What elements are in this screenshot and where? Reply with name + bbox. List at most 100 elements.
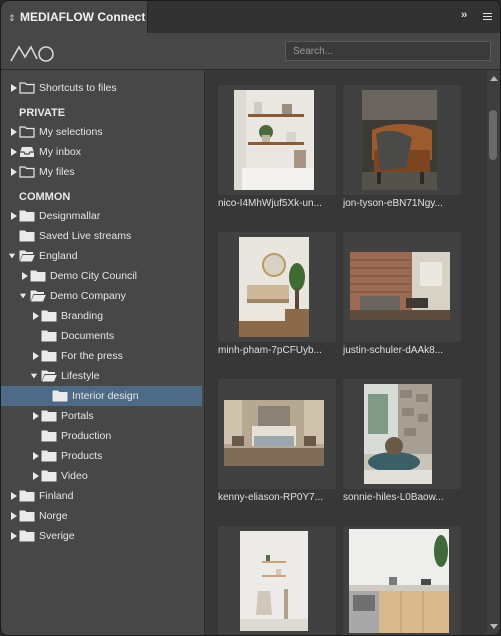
tree-item-documents[interactable]: Documents [1,326,202,346]
folder-icon [30,270,46,282]
expand-arrow-icon[interactable] [21,271,29,281]
vertical-scrollbar[interactable] [487,70,500,635]
file-name: justin-schuler-dAAk8... [343,345,444,356]
tree-item-label: Products [61,450,103,462]
tree-item-my-files[interactable]: My files [1,162,202,182]
collapse-arrow-icon[interactable] [8,251,16,261]
tree-item-label: My inbox [39,146,82,158]
expand-arrow-icon[interactable] [10,83,18,93]
file-card[interactable]: kenny-eliason-RP0Y7... [218,379,336,509]
private-header: PRIVATE [19,107,66,119]
panel-menu-icon[interactable] [480,10,494,24]
file-card[interactable]: justin-schuler-dAAk8... [343,232,461,362]
tree-item-label: Portals [61,410,94,422]
tree-item-my-inbox[interactable]: My inbox [1,142,202,162]
tree-item-label: Designmallar [39,210,101,222]
tree-item-video[interactable]: Video [1,466,202,486]
expand-arrow-icon[interactable] [32,451,40,461]
folder-icon [41,310,57,322]
interior-photo [364,384,432,484]
tree-item-designmallar[interactable]: Designmallar [1,206,202,226]
folder-outline-icon [19,166,35,178]
file-card[interactable] [343,526,461,635]
expand-arrow-icon[interactable] [32,351,40,361]
scroll-thumb[interactable] [489,110,497,160]
tree-item-label: Documents [61,330,115,342]
collapse-icon[interactable]: ⇕ [8,13,16,24]
expand-arrow-icon[interactable] [10,147,18,157]
file-thumbnail[interactable] [343,379,461,489]
folder-outline-icon [19,126,35,138]
expand-arrow-icon[interactable] [10,511,18,521]
tree-item-label: Sverige [39,530,75,542]
file-thumbnail[interactable] [343,232,461,342]
file-name: nico-I4MhWjuf5Xk-un... [218,198,322,209]
tree-item-saved-live-streams[interactable]: Saved Live streams [1,226,202,246]
tree-item-label: Interior design [72,390,139,402]
folder-icon [19,230,35,242]
tree-item-label: Finland [39,490,74,502]
file-thumbnail[interactable] [218,85,336,195]
file-card[interactable]: minh-pham-7pCFUyb... [218,232,336,362]
folder-tree: Shortcuts to files PRIVATE My selections… [1,70,205,635]
panel-tab[interactable]: ⇕ MEDIAFLOW Connect [1,1,148,33]
tree-item-finland[interactable]: Finland [1,486,202,506]
file-card[interactable]: sonnie-hiles-L0Baow... [343,379,461,509]
tree-item-demo-company[interactable]: Demo Company [1,286,202,306]
common-header: COMMON [19,191,71,203]
interior-photo [349,529,449,633]
search-input[interactable] [285,41,491,61]
scroll-up-icon[interactable] [490,76,498,81]
expand-panel-icon[interactable]: ›› [461,9,467,21]
expand-arrow-icon[interactable] [32,411,40,421]
file-thumbnail[interactable] [343,85,461,195]
toolbar [1,33,500,70]
file-card[interactable]: nico-I4MhWjuf5Xk-un... [218,85,336,215]
tree-item-shortcuts[interactable]: Shortcuts to files [1,78,202,98]
tree-item-lifestyle[interactable]: Lifestyle [1,366,202,386]
inbox-icon [20,147,34,157]
folder-open-icon [30,290,46,302]
tree-item-branding[interactable]: Branding [1,306,202,326]
scroll-down-icon[interactable] [490,624,498,629]
tree-item-norge[interactable]: Norge [1,506,202,526]
file-card[interactable]: jon-tyson-eBN71Ngy... [343,85,461,215]
expand-arrow-icon[interactable] [32,471,40,481]
tree-item-label: Demo City Council [50,270,137,282]
tree-item-products[interactable]: Products [1,446,202,466]
collapse-arrow-icon[interactable] [30,371,38,381]
expand-arrow-icon[interactable] [10,491,18,501]
folder-open-icon [19,250,35,262]
tree-item-production[interactable]: Production [1,426,202,446]
folder-icon [52,390,68,402]
collapse-arrow-icon[interactable] [19,291,27,301]
tree-item-my-selections[interactable]: My selections [1,122,202,142]
interior-photo [224,400,324,466]
interior-photo [234,90,314,190]
tree-item-england[interactable]: England [1,246,202,266]
folder-icon [19,490,35,502]
tree-item-for-the-press[interactable]: For the press [1,346,202,366]
tree-item-demo-city-council[interactable]: Demo City Council [1,266,202,286]
tree-item-interior-design[interactable]: Interior design [1,386,202,406]
tree-item-sverige[interactable]: Sverige [1,526,202,546]
file-thumbnail[interactable] [343,526,461,635]
file-card[interactable] [218,526,336,635]
expand-arrow-icon[interactable] [10,127,18,137]
file-thumbnail[interactable] [218,379,336,489]
expand-arrow-icon[interactable] [10,167,18,177]
folder-icon [19,210,35,222]
tree-item-label: Demo Company [50,290,126,302]
expand-arrow-icon[interactable] [10,531,18,541]
expand-arrow-icon[interactable] [10,211,18,221]
file-thumbnail[interactable] [218,232,336,342]
tree-item-label: My selections [39,126,103,138]
interior-photo [362,90,437,190]
mediaflow-logo [10,45,54,62]
file-thumbnail[interactable] [218,526,336,635]
folder-icon [41,450,57,462]
file-name: jon-tyson-eBN71Ngy... [343,198,443,209]
interior-photo [240,531,308,631]
tree-item-portals[interactable]: Portals [1,406,202,426]
expand-arrow-icon[interactable] [32,311,40,321]
